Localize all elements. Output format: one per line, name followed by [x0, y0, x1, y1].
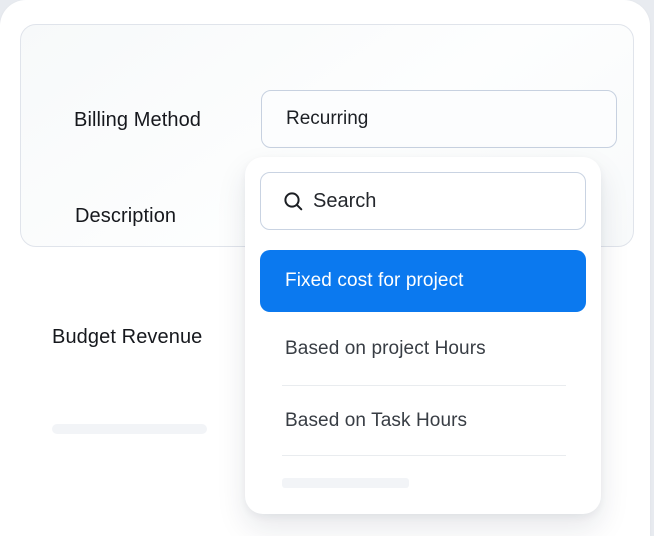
billing-type-dropdown: Fixed cost for project Based on project … [245, 157, 601, 514]
dropdown-option-label: Based on Task Hours [285, 410, 467, 432]
billing-method-select[interactable]: Recurring [261, 90, 617, 148]
billing-method-value: Recurring [286, 108, 368, 130]
description-label: Description [75, 205, 176, 228]
dropdown-option-label: Fixed cost for project [285, 270, 464, 292]
dropdown-option-label: Based on project Hours [285, 338, 486, 360]
search-icon [283, 191, 304, 212]
dropdown-option-list: Fixed cost for project Based on project … [260, 250, 586, 488]
budget-revenue-label: Budget Revenue [52, 326, 202, 349]
skeleton-bar [282, 478, 409, 488]
skeleton-bar [52, 424, 207, 434]
dropdown-option[interactable]: Based on project Hours [282, 312, 566, 386]
modal-card: Billing Method Recurring Description Bud… [0, 0, 650, 536]
billing-method-label: Billing Method [74, 109, 201, 132]
dropdown-option[interactable]: Based on Task Hours [282, 386, 566, 456]
dropdown-option-selected[interactable]: Fixed cost for project [260, 250, 586, 312]
dropdown-search-box[interactable] [260, 172, 586, 230]
search-input[interactable] [313, 190, 585, 213]
